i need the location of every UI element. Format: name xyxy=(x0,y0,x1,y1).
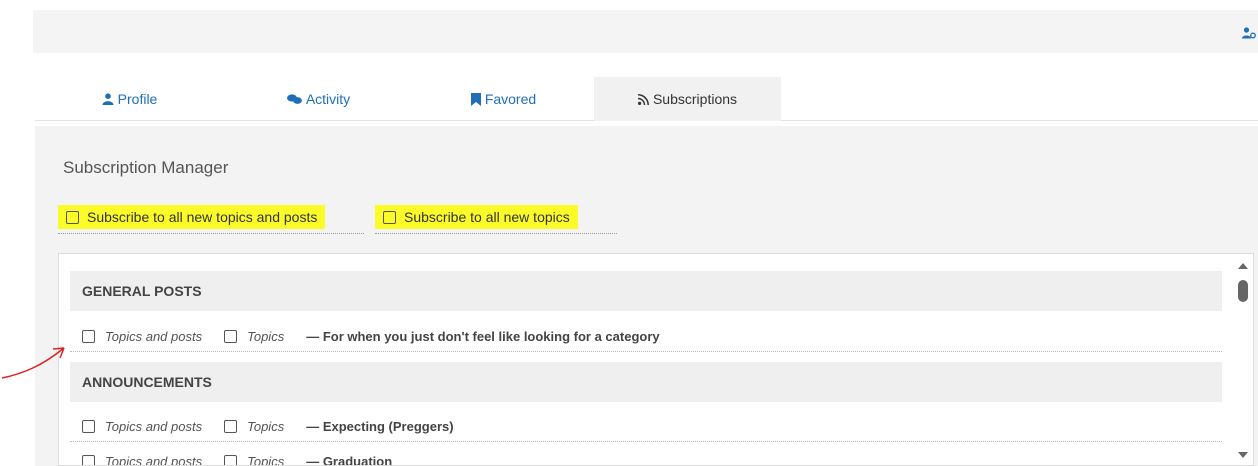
topics-and-posts-checkbox[interactable] xyxy=(82,330,95,343)
subscribe-all-topics-posts-checkbox[interactable] xyxy=(66,210,79,224)
subscribe-all-topics-posts-toggle[interactable]: Subscribe to all new topics and posts xyxy=(58,202,364,234)
page-title: Subscription Manager xyxy=(63,158,229,177)
user-icon xyxy=(102,93,114,105)
list-item: Topics and posts Topics — Graduation xyxy=(70,447,1222,466)
topics-label: Topics xyxy=(247,454,285,466)
subscribe-all-topics-label: Subscribe to all new topics xyxy=(404,209,570,225)
divider xyxy=(58,233,364,234)
category-list[interactable]: GENERAL POSTS Topics and posts Topics — … xyxy=(58,253,1254,466)
category-description: — For when you just don't feel like look… xyxy=(306,329,660,344)
topics-checkbox[interactable] xyxy=(224,330,238,343)
highlight: Subscribe to all new topics xyxy=(375,205,578,229)
topics-and-posts-option[interactable]: Topics and posts xyxy=(82,454,203,466)
subscribe-all-topics-posts-label: Subscribe to all new topics and posts xyxy=(87,209,318,225)
comments-icon xyxy=(286,93,302,104)
tab-subscriptions-label: Subscriptions xyxy=(652,91,738,107)
category-name: ANNOUNCEMENTS xyxy=(82,374,212,390)
topics-and-posts-label: Topics and posts xyxy=(105,419,203,434)
annotation-arrow-icon xyxy=(1,347,65,379)
category-header: ANNOUNCEMENTS xyxy=(70,362,1222,402)
tab-activity[interactable]: Activity xyxy=(224,77,413,121)
user-settings-icon[interactable] xyxy=(1242,27,1256,39)
topics-label: Topics xyxy=(247,419,285,434)
list-item: Topics and posts Topics — For when you j… xyxy=(70,322,1222,352)
category-description: — Expecting (Preggers) xyxy=(306,419,454,434)
list-item: Topics and posts Topics — Expecting (Pre… xyxy=(70,412,1222,442)
highlight: Subscribe to all new topics and posts xyxy=(58,205,326,229)
scroll-thumb[interactable] xyxy=(1238,280,1248,302)
profile-tabs: Profile Activity Favored Subscriptions xyxy=(35,77,1258,121)
tab-activity-label: Activity xyxy=(305,91,351,107)
topics-and-posts-label: Topics and posts xyxy=(105,329,203,344)
topics-label: Topics xyxy=(247,329,285,344)
divider xyxy=(375,233,617,234)
topics-and-posts-option[interactable]: Topics and posts xyxy=(82,329,202,344)
scrollbar[interactable] xyxy=(1236,254,1250,465)
topics-option[interactable]: Topics xyxy=(224,454,285,466)
topics-and-posts-checkbox[interactable] xyxy=(82,455,95,465)
tab-favored-label: Favored xyxy=(484,91,537,107)
subscribe-all-topics-toggle[interactable]: Subscribe to all new topics xyxy=(375,202,617,234)
tab-favored[interactable]: Favored xyxy=(413,77,594,121)
rss-icon xyxy=(637,93,649,105)
tab-subscriptions[interactable]: Subscriptions xyxy=(594,77,781,121)
topics-and-posts-checkbox[interactable] xyxy=(82,420,95,433)
top-bar xyxy=(33,10,1258,53)
topics-and-posts-option[interactable]: Topics and posts xyxy=(82,419,202,434)
category-header: GENERAL POSTS xyxy=(70,271,1222,311)
topics-checkbox[interactable] xyxy=(224,455,238,465)
topics-option[interactable]: Topics xyxy=(224,329,284,344)
topics-and-posts-label: Topics and posts xyxy=(105,454,203,466)
tab-profile-label: Profile xyxy=(117,91,158,107)
subscribe-all-topics-checkbox[interactable] xyxy=(383,210,396,224)
topics-option[interactable]: Topics xyxy=(224,419,284,434)
category-description: — Graduation xyxy=(306,454,393,466)
tab-profile[interactable]: Profile xyxy=(35,77,224,121)
category-name: GENERAL POSTS xyxy=(82,283,202,299)
scroll-down-arrow-icon[interactable] xyxy=(1238,452,1248,458)
bookmark-icon xyxy=(470,92,481,106)
scroll-up-arrow-icon[interactable] xyxy=(1238,263,1248,269)
topics-checkbox[interactable] xyxy=(224,420,238,433)
